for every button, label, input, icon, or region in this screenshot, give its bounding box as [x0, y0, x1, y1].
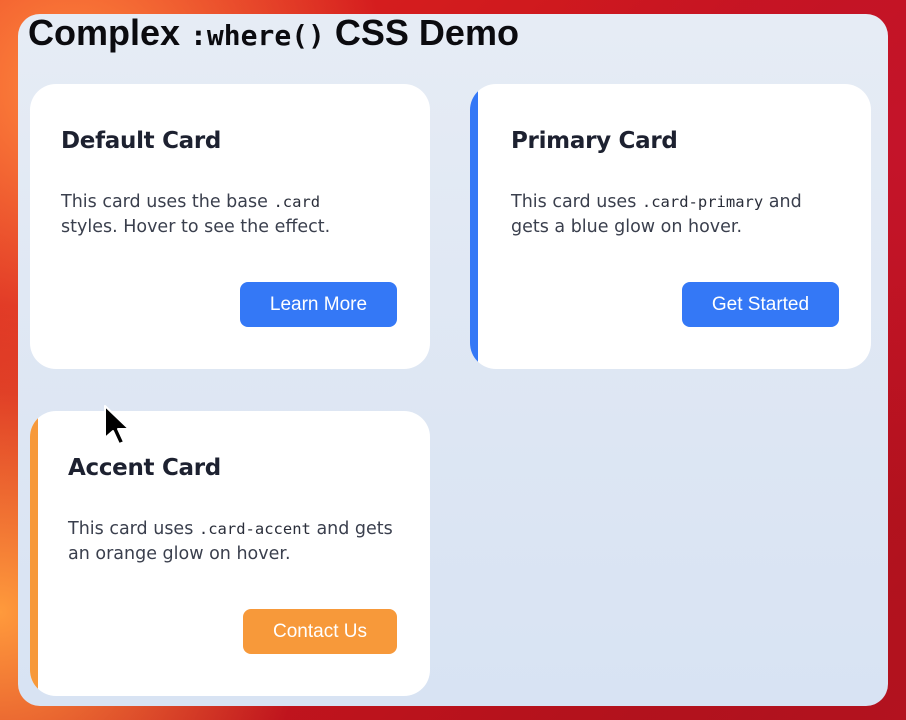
default-card-description: This card uses the base .card styles. Ho…: [61, 190, 361, 240]
page-title-prefix: Complex: [28, 14, 191, 53]
primary-card-text-before: This card uses: [511, 192, 642, 212]
primary-card: Primary Card This card uses .card-primar…: [470, 84, 871, 369]
accent-card: Accent Card This card uses .card-accent …: [30, 411, 430, 696]
accent-card-accent-bar: [30, 411, 38, 696]
get-started-button[interactable]: Get Started: [682, 282, 839, 327]
primary-card-description: This card uses .card-primary and gets a …: [511, 190, 841, 240]
accent-card-code: .card-accent: [198, 520, 311, 538]
accent-card-title: Accent Card: [68, 455, 221, 481]
contact-us-button[interactable]: Contact Us: [243, 609, 397, 654]
page-title: Complex :where() CSS Demo: [28, 14, 519, 55]
primary-card-code: .card-primary: [641, 193, 764, 211]
mouse-pointer-icon: [104, 405, 130, 445]
primary-card-accent-bar: [470, 84, 478, 369]
default-card-text-after: styles. Hover to see the effect.: [61, 217, 331, 237]
default-card-code: .card: [273, 193, 321, 211]
default-card: Default Card This card uses the base .ca…: [30, 84, 430, 369]
learn-more-button[interactable]: Learn More: [240, 282, 397, 327]
default-card-title: Default Card: [61, 128, 222, 154]
page-title-suffix: CSS Demo: [324, 14, 519, 53]
primary-card-title: Primary Card: [511, 128, 678, 154]
browser-window: Complex :where() CSS Demo Default Card T…: [18, 14, 888, 706]
default-card-text-before: This card uses the base: [61, 192, 274, 212]
accent-card-description: This card uses .card-accent and gets an …: [68, 517, 398, 567]
page-title-code: :where(): [190, 19, 325, 52]
accent-card-text-before: This card uses: [68, 519, 199, 539]
